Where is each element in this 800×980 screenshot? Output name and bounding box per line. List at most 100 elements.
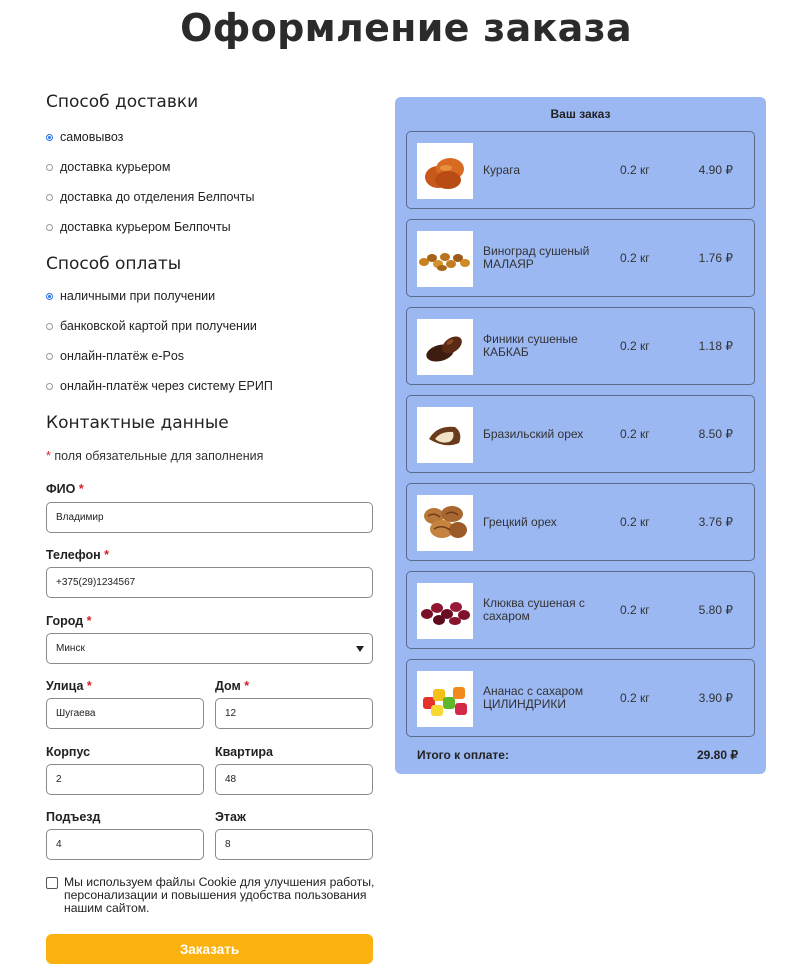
item-price: 3.90 ₽ — [698, 691, 733, 705]
entrance-field[interactable]: 4 — [46, 829, 204, 860]
page-title: Оформление заказа — [180, 6, 632, 50]
building-label: Корпус — [46, 745, 91, 759]
phone-label: Телефон * — [46, 548, 109, 562]
radio-label: доставка до отделения Белпочты — [60, 190, 255, 204]
floor-label: Этаж — [215, 810, 246, 824]
order-item: Клюква сушеная с сахаром 0.2 кг 5.80 ₽ — [406, 571, 755, 649]
required-star: * — [244, 679, 250, 693]
floor-field[interactable]: 8 — [215, 829, 373, 860]
item-weight: 0.2 кг — [620, 515, 650, 529]
item-weight: 0.2 кг — [620, 603, 650, 617]
required-star: * — [78, 482, 84, 496]
street-field[interactable]: Шугаева — [46, 698, 204, 729]
house-field[interactable]: 12 — [215, 698, 373, 729]
required-star: * — [104, 548, 110, 562]
item-name: Курага — [483, 162, 520, 177]
item-weight: 0.2 кг — [620, 427, 650, 441]
order-item: Грецкий орех 0.2 кг 3.76 ₽ — [406, 483, 755, 561]
fio-field[interactable]: Владимир — [46, 502, 373, 533]
phone-label-text: Телефон — [46, 548, 101, 562]
cookie-consent: Мы используем файлы Cookie для улучшения… — [46, 876, 376, 915]
cookie-checkbox[interactable] — [46, 877, 58, 889]
delivery-option-post-courier[interactable]: доставка курьером Белпочты — [46, 212, 374, 242]
item-weight: 0.2 кг — [620, 163, 650, 177]
order-summary-panel: Ваш заказ Курага 0.2 кг 4.90 ₽ Виноград … — [395, 97, 766, 774]
item-name: Бразильский орех — [483, 426, 584, 441]
required-star: * — [46, 449, 51, 463]
building-field[interactable]: 2 — [46, 764, 204, 795]
delivery-options: самовывоз доставка курьером доставка до … — [46, 122, 374, 242]
dates-image — [417, 319, 473, 375]
order-item: Финики сушеные КАБКАБ 0.2 кг 1.18 ₽ — [406, 307, 755, 385]
street-label-text: Улица — [46, 679, 84, 693]
required-note: * поля обязательные для заполнения — [46, 449, 374, 463]
caret-down-icon — [356, 646, 364, 652]
contacts-section-title: Контактные данные — [46, 413, 229, 433]
required-star: * — [86, 679, 92, 693]
item-price: 8.50 ₽ — [698, 427, 733, 441]
order-item: Ананас с сахаром ЦИЛИНДРИКИ 0.2 кг 3.90 … — [406, 659, 755, 737]
radio-button[interactable] — [46, 382, 53, 390]
radio-button[interactable] — [46, 322, 53, 330]
city-label: Город * — [46, 614, 92, 628]
item-price: 3.76 ₽ — [698, 515, 733, 529]
submit-order-button[interactable]: Заказать — [46, 934, 373, 964]
item-name: Виноград сушеный МАЛАЯР — [483, 244, 590, 271]
delivery-option-pickup[interactable]: самовывоз — [46, 122, 374, 152]
radio-button[interactable] — [46, 223, 53, 231]
cookie-text: Мы используем файлы Cookie для улучшения… — [64, 875, 375, 915]
item-weight: 0.2 кг — [620, 339, 650, 353]
radio-label: самовывоз — [60, 130, 124, 144]
city-select[interactable]: Минск — [46, 633, 373, 664]
apartment-field[interactable]: 48 — [215, 764, 373, 795]
order-item: Виноград сушеный МАЛАЯР 0.2 кг 1.76 ₽ — [406, 219, 755, 297]
radio-label: доставка курьером Белпочты — [60, 220, 231, 234]
item-name: Ананас с сахаром ЦИЛИНДРИКИ — [483, 684, 584, 711]
fio-label: ФИО * — [46, 482, 84, 496]
entrance-label: Подъезд — [46, 810, 101, 824]
item-price: 1.18 ₽ — [698, 339, 733, 353]
fio-label-text: ФИО — [46, 482, 76, 496]
radio-button[interactable] — [46, 292, 53, 300]
item-price: 4.90 ₽ — [698, 163, 733, 177]
payment-section-title: Способ оплаты — [46, 254, 182, 274]
item-weight: 0.2 кг — [620, 691, 650, 705]
payment-options: наличными при получении банковской карто… — [46, 281, 374, 401]
radio-label: банковской картой при получении — [60, 319, 257, 333]
radio-label: онлайн-платёж через систему ЕРИП — [60, 379, 273, 393]
street-label: Улица * — [46, 679, 92, 693]
item-weight: 0.2 кг — [620, 251, 650, 265]
walnut-image — [417, 495, 473, 551]
item-name: Финики сушеные КАБКАБ — [483, 332, 578, 359]
delivery-section-title: Способ доставки — [46, 92, 199, 112]
payment-option-epos[interactable]: онлайн-платёж e-Pos — [46, 341, 374, 371]
radio-button[interactable] — [46, 352, 53, 360]
radio-button[interactable] — [46, 163, 53, 171]
phone-field[interactable]: +375(29)1234567 — [46, 567, 373, 598]
order-title: Ваш заказ — [550, 107, 611, 121]
item-name: Клюква сушеная с сахаром — [483, 596, 585, 623]
house-label: Дом * — [215, 679, 249, 693]
radio-button[interactable] — [46, 193, 53, 201]
total-label: Итого к оплате: — [417, 748, 509, 762]
item-price: 1.76 ₽ — [698, 251, 733, 265]
delivery-option-post-office[interactable]: доставка до отделения Белпочты — [46, 182, 374, 212]
city-select-value: Минск — [56, 643, 85, 654]
radio-label: наличными при получении — [60, 289, 216, 303]
apartment-label: Квартира — [215, 745, 273, 759]
house-label-text: Дом — [215, 679, 241, 693]
delivery-option-courier[interactable]: доставка курьером — [46, 152, 374, 182]
payment-option-erip[interactable]: онлайн-платёж через систему ЕРИП — [46, 371, 374, 401]
dried-apricot-image — [417, 143, 473, 199]
raisins-image — [417, 231, 473, 287]
payment-option-card[interactable]: банковской картой при получении — [46, 311, 374, 341]
total-value: 29.80 ₽ — [697, 748, 738, 762]
item-name: Грецкий орех — [483, 514, 557, 529]
payment-option-cash[interactable]: наличными при получении — [46, 281, 374, 311]
checkout-form: Способ доставки самовывоз доставка курье… — [46, 92, 374, 463]
cranberries-image — [417, 583, 473, 639]
city-label-text: Город — [46, 614, 84, 628]
radio-button[interactable] — [46, 133, 53, 141]
order-item: Бразильский орех 0.2 кг 8.50 ₽ — [406, 395, 755, 473]
required-note-text: поля обязательные для заполнения — [54, 449, 264, 463]
